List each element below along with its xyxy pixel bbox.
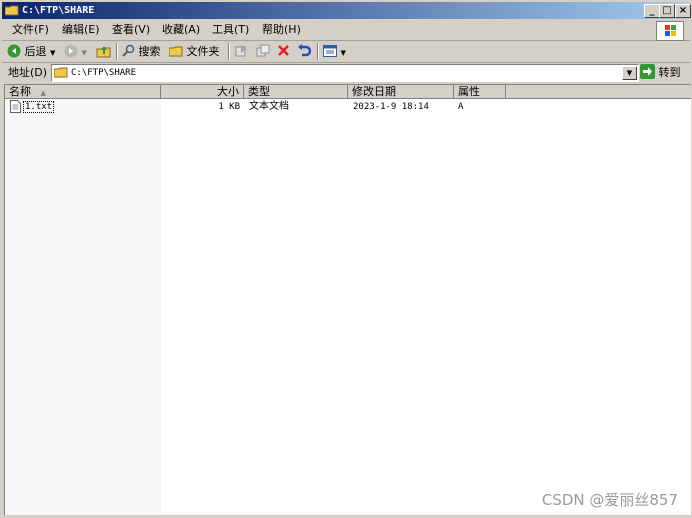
move-to-button[interactable] bbox=[234, 43, 248, 60]
search-label: 搜索 bbox=[138, 45, 161, 58]
folders-button[interactable]: 文件夹 bbox=[168, 43, 220, 60]
menu-favorites[interactable]: 收藏(A) bbox=[158, 23, 204, 37]
views-icon bbox=[323, 45, 337, 57]
back-button[interactable]: 后退 ▼ bbox=[7, 43, 55, 60]
file-modified: 2023-1-9 18:14 bbox=[353, 102, 429, 112]
up-folder-button[interactable] bbox=[96, 43, 111, 60]
file-type: 文本文档 bbox=[249, 101, 289, 112]
column-name-label: 名称 bbox=[9, 85, 31, 98]
search-button[interactable]: 搜索 bbox=[122, 43, 161, 60]
toolbar: 后退 ▼ ▼ 搜索 文件夹 ▼ bbox=[2, 41, 690, 63]
watermark-text: CSDN @爱丽丝857 bbox=[541, 491, 678, 509]
chevron-down-icon[interactable]: ▼ bbox=[82, 49, 87, 57]
column-header-filler bbox=[506, 85, 691, 99]
column-header-attributes[interactable]: 属性 bbox=[454, 85, 506, 99]
file-attributes: A bbox=[458, 102, 464, 112]
address-dropdown-icon[interactable]: ▼ bbox=[622, 66, 637, 80]
name-column-background bbox=[5, 99, 161, 515]
chevron-down-icon[interactable]: ▼ bbox=[341, 49, 346, 57]
sort-ascending-icon: ▲ bbox=[40, 89, 46, 97]
text-file-icon bbox=[10, 100, 21, 116]
delete-x-icon bbox=[278, 45, 289, 56]
menu-file[interactable]: 文件(F) bbox=[8, 23, 53, 37]
explorer-window: C:\FTP\SHARE _ □ × 文件(F) 编辑(E) 查看(V) 收藏(… bbox=[0, 0, 692, 518]
folder-icon bbox=[54, 67, 68, 78]
back-arrow-icon bbox=[7, 44, 21, 58]
file-name[interactable]: 1.txt bbox=[23, 101, 55, 113]
copy-to-icon bbox=[256, 44, 270, 57]
toolbar-separator bbox=[317, 43, 319, 60]
go-button[interactable]: 转到 bbox=[640, 64, 681, 81]
address-input[interactable]: C:\FTP\SHARE ▼ bbox=[51, 64, 639, 82]
menu-tools[interactable]: 工具(T) bbox=[208, 23, 253, 37]
minimize-button[interactable]: _ bbox=[644, 4, 660, 18]
file-size: 1 KB bbox=[218, 102, 240, 112]
address-label: 地址(D) bbox=[8, 66, 48, 79]
toolbar-separator bbox=[116, 43, 118, 60]
delete-button[interactable] bbox=[277, 43, 290, 60]
copy-to-button[interactable] bbox=[256, 43, 270, 60]
back-label: 后退 bbox=[24, 45, 47, 58]
move-to-icon bbox=[235, 45, 246, 57]
address-bar: 地址(D) C:\FTP\SHARE ▼ 转到 bbox=[2, 63, 690, 83]
undo-button[interactable] bbox=[297, 43, 312, 60]
menu-help[interactable]: 帮助(H) bbox=[258, 23, 305, 37]
menu-edit[interactable]: 编辑(E) bbox=[58, 23, 104, 37]
go-arrow-icon bbox=[640, 64, 655, 79]
chevron-down-icon[interactable]: ▼ bbox=[50, 49, 55, 57]
close-button[interactable]: × bbox=[675, 4, 691, 18]
column-header-modified[interactable]: 修改日期 bbox=[348, 85, 454, 99]
column-header-type[interactable]: 类型 bbox=[244, 85, 348, 99]
forward-arrow-icon bbox=[64, 44, 78, 58]
folders-label: 文件夹 bbox=[186, 45, 220, 58]
up-folder-icon bbox=[96, 46, 111, 58]
search-icon bbox=[122, 44, 135, 57]
table-row[interactable]: 1.txt 1 KB 文本文档 2023-1-9 18:14 A bbox=[5, 100, 691, 114]
go-label: 转到 bbox=[658, 66, 681, 79]
column-header-size[interactable]: 大小 bbox=[161, 85, 244, 99]
folder-icon bbox=[168, 46, 183, 57]
file-list[interactable]: 名称 ▲ 大小 类型 修改日期 属性 1.txt 1 KB 文本文档 2023-… bbox=[4, 84, 691, 515]
views-button[interactable]: ▼ bbox=[323, 43, 346, 60]
toolbar-separator bbox=[228, 43, 230, 60]
maximize-button[interactable]: □ bbox=[659, 4, 675, 18]
column-header-name[interactable]: 名称 ▲ bbox=[5, 85, 161, 99]
title-bar[interactable]: C:\FTP\SHARE _ □ × bbox=[2, 2, 691, 19]
undo-icon bbox=[298, 44, 312, 57]
windows-logo-icon bbox=[656, 21, 684, 41]
menu-bar: 文件(F) 编辑(E) 查看(V) 收藏(A) 工具(T) 帮助(H) bbox=[2, 20, 690, 41]
menu-view[interactable]: 查看(V) bbox=[108, 23, 154, 37]
address-value: C:\FTP\SHARE bbox=[71, 68, 137, 78]
window-title: C:\FTP\SHARE bbox=[22, 5, 95, 16]
forward-button[interactable]: ▼ bbox=[64, 43, 87, 60]
